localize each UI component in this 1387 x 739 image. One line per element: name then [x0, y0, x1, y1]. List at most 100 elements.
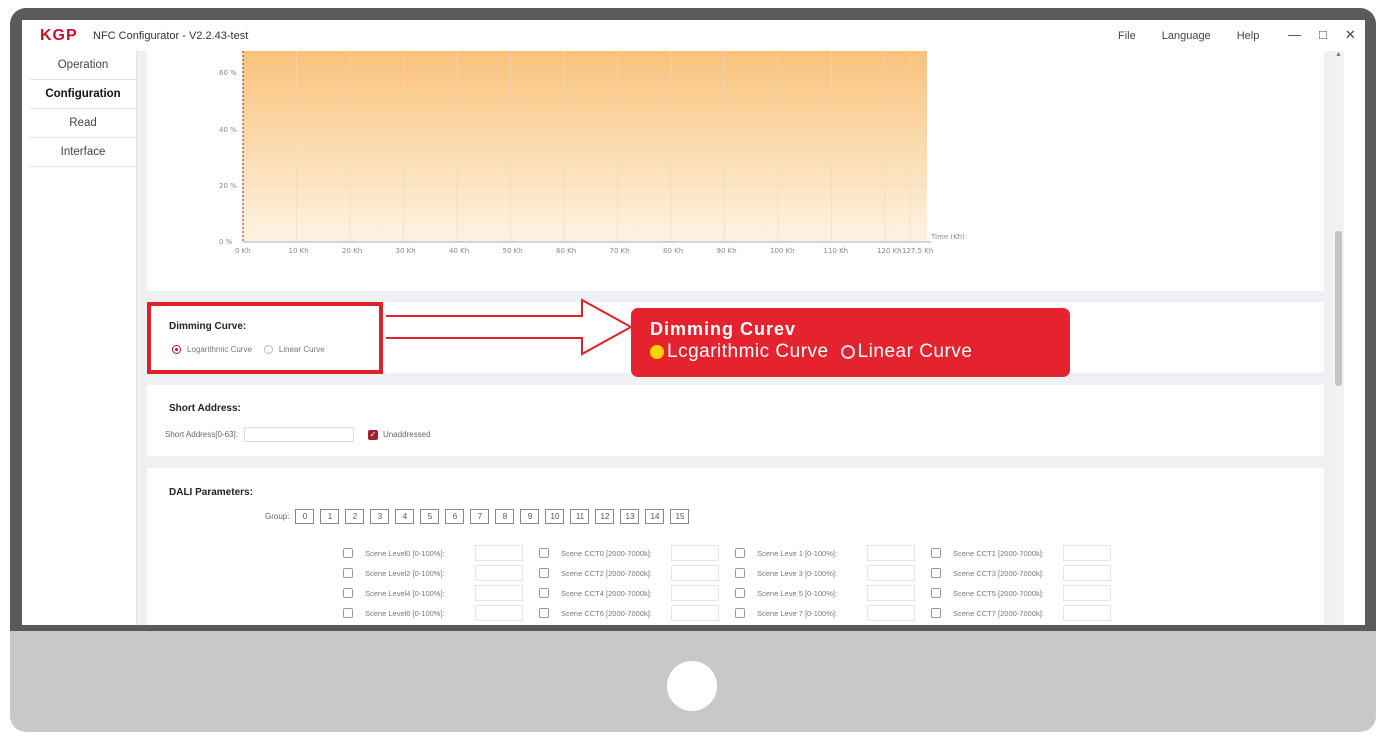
- scene-label: Scene CCT1 [2000-7000k]:: [953, 548, 1044, 558]
- scene-input[interactable]: [475, 605, 523, 621]
- scene-checkbox[interactable]: [539, 568, 549, 578]
- group-box-12[interactable]: 12: [595, 509, 615, 524]
- scene-label: Scene CCT0 [2000-7000k]:: [561, 548, 652, 558]
- callout-unselected-dot-icon: [840, 345, 855, 359]
- scene-checkbox[interactable]: [343, 588, 353, 598]
- scene-input[interactable]: [1063, 585, 1111, 601]
- group-box-6[interactable]: 6: [445, 509, 465, 524]
- scene-input[interactable]: [475, 545, 523, 561]
- scene-cell: Scene Level4 [0-100%]:: [343, 585, 539, 601]
- scene-checkbox[interactable]: [343, 568, 353, 578]
- group-box-9[interactable]: 9: [520, 509, 540, 524]
- vertical-scrollbar[interactable]: ▲: [1333, 51, 1344, 625]
- scene-input[interactable]: [1063, 605, 1111, 621]
- group-box-3[interactable]: 3: [370, 509, 390, 524]
- unaddressed-checkbox[interactable]: ✓: [367, 429, 378, 440]
- scene-input[interactable]: [867, 605, 915, 621]
- scene-cell: Scene Leve 7 [0-100%]:: [735, 605, 931, 621]
- dimming-curve-callout: Dimming Curev Lcgarithmic Curve Linear C…: [631, 308, 1070, 377]
- y-tick-label: 20 %: [219, 182, 237, 190]
- x-tick-label: 110 Kh: [824, 247, 849, 255]
- scene-checkbox[interactable]: [343, 608, 353, 618]
- unaddressed-label: Unaddressed: [382, 430, 431, 439]
- maximize-icon[interactable]: □: [1319, 27, 1327, 43]
- scene-checkbox[interactable]: [539, 588, 549, 598]
- scene-checkbox[interactable]: [931, 608, 941, 618]
- close-icon[interactable]: ✕: [1345, 27, 1356, 43]
- group-box-13[interactable]: 13: [620, 509, 640, 524]
- scene-checkbox[interactable]: [539, 548, 549, 558]
- group-box-2[interactable]: 2: [345, 509, 365, 524]
- scene-input[interactable]: [867, 545, 915, 561]
- x-tick-label: 127.5 Kh: [902, 247, 933, 255]
- x-axis-title: Time (Kh): [930, 233, 965, 241]
- dali-parameters-title: DALI Parameters:: [169, 487, 253, 498]
- scroll-thumb[interactable]: [1335, 231, 1342, 386]
- scene-checkbox[interactable]: [931, 548, 941, 558]
- scene-checkbox[interactable]: [735, 608, 745, 618]
- window-controls: — □ ✕: [1288, 27, 1356, 43]
- scene-input[interactable]: [671, 585, 719, 601]
- scene-checkbox[interactable]: [931, 568, 941, 578]
- group-box-8[interactable]: 8: [495, 509, 515, 524]
- scene-input[interactable]: [867, 565, 915, 581]
- scene-checkbox[interactable]: [735, 548, 745, 558]
- scene-checkbox[interactable]: [343, 548, 353, 558]
- sidebar: Operation Configuration Read Interface: [30, 51, 137, 625]
- x-tick-label: 40 Kh: [449, 247, 469, 255]
- group-box-4[interactable]: 4: [395, 509, 415, 524]
- scene-input[interactable]: [867, 585, 915, 601]
- scene-label: Scene Level6 [0-100%]:: [365, 608, 445, 618]
- title-bar: KGP NFC Configurator - V2.2.43-test File…: [22, 20, 1365, 51]
- menu-file[interactable]: File: [1118, 30, 1136, 42]
- group-box-7[interactable]: 7: [470, 509, 490, 524]
- minimize-icon[interactable]: —: [1288, 27, 1301, 43]
- group-box-14[interactable]: 14: [645, 509, 665, 524]
- annotation-arrow-icon: [386, 298, 634, 356]
- short-address-row: Short Address[0-63]: ✓ Unaddressed: [165, 427, 431, 442]
- monitor-frame: KGP NFC Configurator - V2.2.43-test File…: [0, 0, 1387, 739]
- sidebar-item-operation[interactable]: Operation: [30, 51, 136, 80]
- scene-input[interactable]: [671, 565, 719, 581]
- group-box-0[interactable]: 0: [295, 509, 315, 524]
- menu-language[interactable]: Language: [1162, 30, 1211, 42]
- group-box-11[interactable]: 11: [570, 509, 590, 524]
- scene-input[interactable]: [671, 605, 719, 621]
- scroll-up-icon[interactable]: ▲: [1335, 51, 1342, 58]
- group-selector: Group: 0 1 2 3 4 5 6 7 8 9 10 11 12 13 14 15: [265, 509, 690, 524]
- group-box-1[interactable]: 1: [320, 509, 340, 524]
- y-tick-label: 0 %: [219, 238, 233, 246]
- short-address-title: Short Address:: [169, 403, 241, 414]
- scene-checkbox[interactable]: [931, 588, 941, 598]
- chart-area-fill: [243, 51, 927, 241]
- callout-selected-dot-icon: [650, 345, 664, 359]
- scene-input[interactable]: [475, 585, 523, 601]
- scene-label: Scene CCT6 [2000-7000k]:: [561, 608, 652, 618]
- short-address-input[interactable]: [243, 427, 354, 442]
- scene-checkbox[interactable]: [735, 588, 745, 598]
- menu-help[interactable]: Help: [1237, 30, 1260, 42]
- scene-cell: Scene Level0 [0-100%]:: [343, 545, 539, 561]
- x-tick-label: 60 Kh: [556, 247, 576, 255]
- group-box-10[interactable]: 10: [545, 509, 565, 524]
- scene-input[interactable]: [475, 565, 523, 581]
- scene-cell: Scene Leve 5 [0-100%]:: [735, 585, 931, 601]
- sidebar-item-configuration[interactable]: Configuration: [30, 80, 136, 109]
- app-logo: KGP: [40, 27, 78, 44]
- callout-option-linear: Linear Curve: [857, 341, 973, 362]
- scene-label: Scene Level4 [0-100%]:: [365, 588, 445, 598]
- scene-row: Scene Level6 [0-100%]: Scene CCT6 [2000-7…: [343, 603, 1127, 623]
- scene-input[interactable]: [1063, 565, 1111, 581]
- scene-input[interactable]: [671, 545, 719, 561]
- group-box-15[interactable]: 15: [670, 509, 690, 524]
- scene-input[interactable]: [1063, 545, 1111, 561]
- sidebar-item-interface[interactable]: Interface: [30, 138, 136, 167]
- x-tick-label: 90 Kh: [717, 247, 737, 255]
- sidebar-item-read[interactable]: Read: [30, 109, 136, 138]
- scene-checkbox[interactable]: [539, 608, 549, 618]
- group-box-5[interactable]: 5: [420, 509, 440, 524]
- scene-checkbox[interactable]: [735, 568, 745, 578]
- scene-label: Scene CCT5 [2000-7000k]:: [953, 588, 1044, 598]
- lifetime-chart: 60 % 40 % 20 % 0 % 0 Kh 10 Kh 20 Kh 30 Kh 40 Kh…: [219, 51, 965, 255]
- x-tick-label: 70 Kh: [610, 247, 630, 255]
